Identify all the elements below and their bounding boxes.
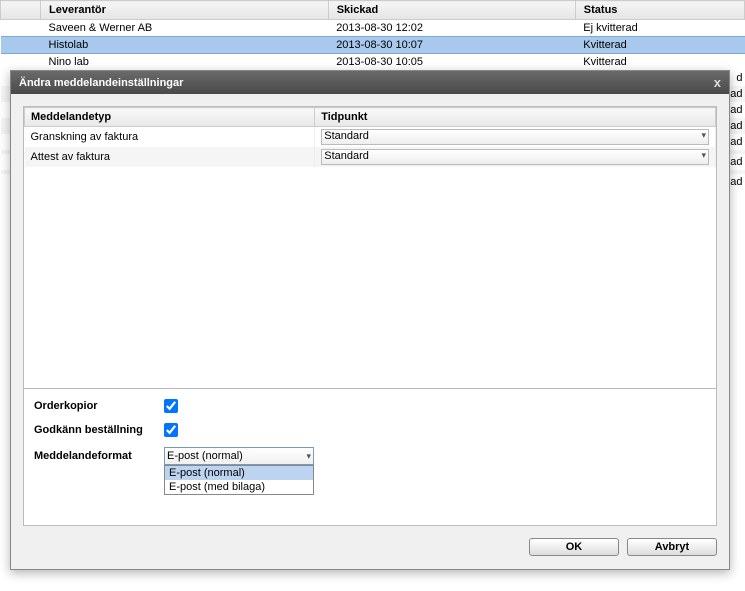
format-select-value: E-post (normal) xyxy=(167,450,243,462)
cell-meddelandetyp: Attest av faktura xyxy=(25,147,315,167)
col-tidpunkt[interactable]: Tidpunkt xyxy=(315,108,716,127)
table-row[interactable]: Histolab2013-08-30 10:07Kvitterad xyxy=(1,37,745,54)
tidpunkt-select[interactable]: Standard▾ xyxy=(321,129,709,145)
table-row[interactable]: Saveen & Werner AB2013-08-30 12:02Ej kvi… xyxy=(1,20,745,37)
table-row[interactable]: Nino lab2013-08-30 10:05Kvitterad xyxy=(1,54,745,71)
settings-dialog: Ändra meddelandeinställningar x Meddelan… xyxy=(10,70,730,570)
format-select[interactable]: E-post (normal) ▾ xyxy=(164,447,314,465)
table-row[interactable]: Granskning av faktura Standard▾ xyxy=(25,127,716,148)
close-icon[interactable]: x xyxy=(714,75,721,90)
table-row[interactable]: Attest av faktura Standard▾ xyxy=(25,147,716,167)
format-option[interactable]: E-post (normal) xyxy=(165,466,313,480)
dialog-title-text: Ändra meddelandeinställningar xyxy=(19,77,183,89)
col-leverantor[interactable]: Leverantör xyxy=(41,1,329,20)
godkann-checkbox[interactable] xyxy=(164,423,178,437)
cell-meddelandetyp: Granskning av faktura xyxy=(25,127,315,148)
godkann-label: Godkänn beställning xyxy=(34,424,164,436)
col-status[interactable]: Status xyxy=(575,1,744,20)
format-dropdown-list[interactable]: E-post (normal)E-post (med bilaga) xyxy=(164,465,314,495)
ok-button[interactable]: OK xyxy=(529,538,619,556)
message-type-grid: Meddelandetyp Tidpunkt Granskning av fak… xyxy=(23,106,717,389)
cancel-button[interactable]: Avbryt xyxy=(627,538,717,556)
orderkopior-label: Orderkopior xyxy=(34,400,164,412)
format-label: Meddelandeformat xyxy=(34,450,164,462)
chevron-down-icon: ▾ xyxy=(306,451,311,462)
tidpunkt-select[interactable]: Standard▾ xyxy=(321,149,709,165)
col-meddelandetyp[interactable]: Meddelandetyp xyxy=(25,108,315,127)
orderkopior-checkbox[interactable] xyxy=(164,399,178,413)
col-skickad[interactable]: Skickad xyxy=(328,1,575,20)
dialog-titlebar[interactable]: Ändra meddelandeinställningar x xyxy=(11,71,729,94)
format-option[interactable]: E-post (med bilaga) xyxy=(165,480,313,494)
form-section: Orderkopior Godkänn beställning Meddelan… xyxy=(23,389,717,526)
